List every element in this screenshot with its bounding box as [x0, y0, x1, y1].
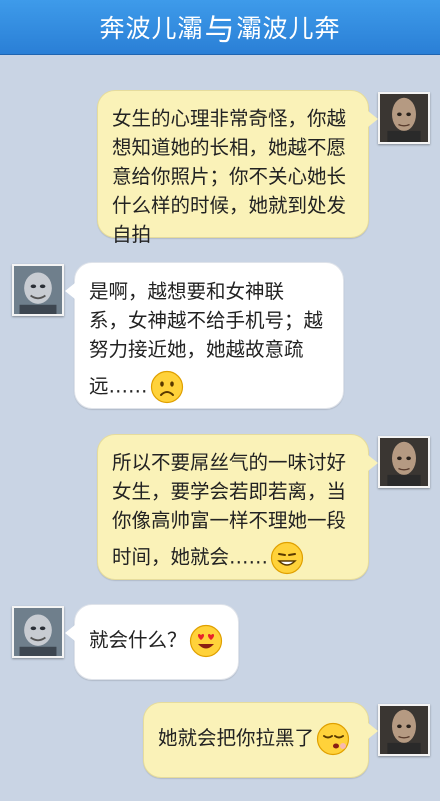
title-right: 灞波儿奔: [236, 14, 341, 43]
avatar-left[interactable]: [12, 606, 64, 658]
message-line: 所以不要屌丝气的一味讨好: [112, 451, 347, 474]
message-line: 系，女神越不给手机号；越: [89, 309, 324, 332]
sad-face-icon: [150, 370, 184, 404]
bubble-tail: [368, 455, 378, 471]
sleepy-face-icon: [316, 722, 350, 756]
title-separator: 与: [204, 13, 236, 48]
message-text: 她就会把你拉黑了: [158, 726, 315, 750]
message-line: 意给你照片；你不关心她长: [112, 165, 347, 188]
message-line: 远……: [89, 370, 329, 404]
bubble-tail: [368, 723, 378, 739]
message-text: 就会什么？: [89, 628, 187, 652]
message-line: 女生的心理非常奇怪，你越: [112, 107, 347, 130]
avatar-left[interactable]: [12, 264, 64, 316]
title-bar: 奔波儿灞 与 灞波儿奔: [0, 0, 440, 55]
smug-face-icon: [270, 541, 304, 575]
message-text: 时间，她就会……: [112, 545, 269, 569]
message-bubble-1[interactable]: 女生的心理非常奇怪，你越 想知道她的长相，她越不愿 意给你照片；你不关心她长 什…: [97, 90, 378, 246]
message-bubble-2[interactable]: 是啊，越想要和女神联 系，女神越不给手机号；越 努力接近她，她越故意疏 远……: [65, 262, 344, 409]
message-line: 什么样的时候，她就到处发: [112, 194, 347, 217]
message-bubble-3[interactable]: 所以不要屌丝气的一味讨好 女生，要学会若即若离，当 你像高帅富一样不理她一段 时…: [97, 434, 378, 580]
message-line: 是啊，越想要和女神联: [89, 280, 285, 303]
title-left: 奔波儿灞: [99, 14, 204, 43]
message-line: 她就会把你拉黑了: [158, 722, 354, 756]
message-line: 就会什么？: [89, 624, 224, 658]
bubble-tail: [368, 111, 378, 127]
heart-eyes-face-icon: [189, 624, 223, 658]
message-line: 想知道她的长相，她越不愿: [112, 136, 347, 159]
message-line: 女生，要学会若即若离，当: [112, 480, 347, 503]
avatar-right[interactable]: [378, 436, 430, 488]
message-text: 远……: [89, 374, 148, 398]
message-line: 自拍: [112, 223, 152, 246]
avatar-right[interactable]: [378, 704, 430, 756]
message-bubble-4[interactable]: 就会什么？: [65, 604, 239, 680]
message-bubble-5[interactable]: 她就会把你拉黑了: [143, 702, 378, 778]
bubble-tail: [65, 283, 75, 299]
message-line: 时间，她就会……: [112, 541, 354, 575]
avatar-right[interactable]: [378, 92, 430, 144]
message-line: 努力接近她，她越故意疏: [89, 338, 304, 361]
message-line: 你像高帅富一样不理她一段: [112, 509, 347, 532]
bubble-tail: [65, 625, 75, 641]
